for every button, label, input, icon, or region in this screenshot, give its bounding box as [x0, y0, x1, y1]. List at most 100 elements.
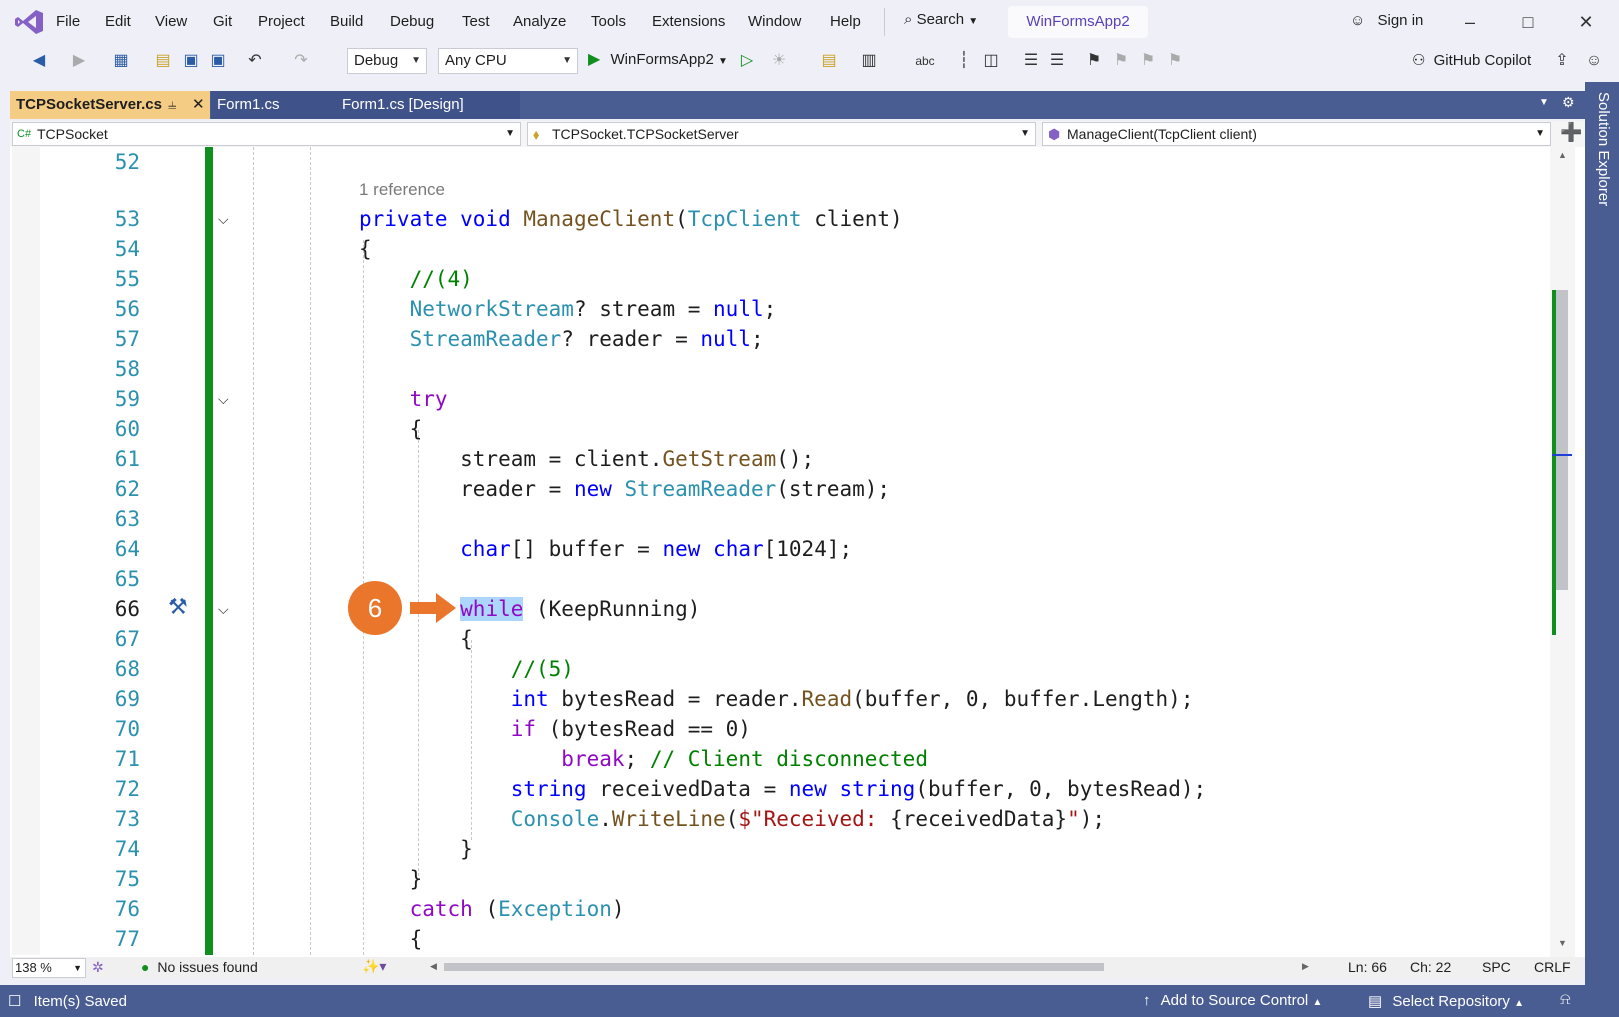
menu-build[interactable]: Build [330, 13, 363, 30]
pin-icon[interactable]: ⫨ [168, 91, 176, 119]
outdent-icon[interactable]: ☰ [1020, 50, 1042, 72]
save-icon[interactable]: ▣ [180, 50, 202, 72]
start-without-debug-icon[interactable]: ▷ [736, 50, 758, 72]
indent-icon[interactable]: ☰ [1046, 50, 1068, 72]
issues-indicator[interactable]: ● No issues found [141, 959, 258, 975]
line-number: 57 [114, 327, 140, 351]
menu-window[interactable]: Window [748, 13, 801, 30]
sign-in-button[interactable]: ☺ Sign in [1350, 12, 1423, 29]
type-dropdown[interactable]: ⬧ TCPSocket.TCPSocketServer ▼ [527, 122, 1036, 146]
scroll-left-icon[interactable]: ◀ [430, 961, 437, 972]
csharp-project-icon: C# [17, 128, 32, 140]
solution-explorer-icon[interactable]: ▤ [818, 50, 840, 72]
intellicode-icon[interactable]: ✲ [92, 959, 104, 976]
project-name-box[interactable]: WinFormsApp2 [1008, 6, 1148, 38]
code-line: private void ManageClient(TcpClient clie… [359, 207, 903, 231]
menu-view[interactable]: View [155, 13, 187, 30]
config-select[interactable]: Debug ▼ [347, 48, 427, 74]
indicator-margin [12, 147, 40, 955]
menu-debug[interactable]: Debug [390, 13, 434, 30]
search-box[interactable]: ⌕ Search ▼ [904, 11, 978, 35]
code-lens-references[interactable]: 1 reference [359, 180, 445, 200]
open-folder-icon[interactable]: ▤ [152, 50, 174, 72]
annotation-arrow-icon [410, 593, 456, 623]
add-to-source-control-button[interactable]: ↑ Add to Source Control ▲ [1143, 992, 1322, 1009]
line-number: 55 [114, 267, 140, 291]
code-line: //(5) [510, 657, 574, 681]
tab-tcpsocketserver[interactable]: TCPSocketServer.cs ⫨ ✕ [10, 91, 210, 119]
line-number: 60 [114, 417, 140, 441]
back-icon[interactable]: ◀ [28, 50, 50, 72]
select-repository-button[interactable]: ▤ Select Repository ▲ [1368, 992, 1524, 1010]
tab-form1-cs[interactable]: Form1.cs [211, 91, 336, 119]
hot-reload-icon[interactable]: ☀ [768, 50, 790, 72]
solution-explorer-tab[interactable]: Solution Explorer [1592, 92, 1612, 206]
menu-help[interactable]: Help [830, 13, 861, 30]
line-number: 71 [114, 747, 140, 771]
bookmark-icon[interactable]: ⚑ [1083, 50, 1105, 72]
save-all-icon[interactable]: ▣ [207, 50, 229, 72]
line-number: 53 [114, 207, 140, 231]
line-number: 58 [114, 357, 140, 381]
whitespace-indicator[interactable]: SPC [1482, 959, 1511, 975]
code-line: char[] buffer = new char[1024]; [460, 537, 853, 561]
code-cleanup-icon[interactable]: ✨▾ [362, 958, 386, 975]
layout-icon[interactable]: ▥ [858, 50, 880, 72]
repository-icon: ▤ [1368, 993, 1383, 1010]
code-line: StreamReader? reader = null; [409, 327, 764, 351]
tab-list-icon[interactable]: ▼ [1539, 97, 1549, 108]
compare-icon[interactable]: ◫ [980, 50, 1002, 72]
maximize-button[interactable]: □ [1516, 10, 1540, 34]
next-bookmark-icon[interactable]: ⚑ [1137, 50, 1159, 72]
platform-select[interactable]: Any CPU ▼ [438, 48, 578, 74]
scroll-up-icon[interactable]: ▲ [1558, 150, 1567, 160]
line-ending-indicator[interactable]: CRLF [1534, 959, 1571, 975]
minimize-button[interactable]: – [1458, 10, 1482, 34]
menu-extensions[interactable]: Extensions [652, 13, 725, 30]
spell-check-icon[interactable]: abc [914, 50, 936, 72]
tab-form1-design[interactable]: Form1.cs [Design] [336, 91, 520, 119]
notifications-bell-icon[interactable]: ⍾ [1560, 991, 1571, 1009]
close-icon[interactable]: ✕ [192, 91, 205, 119]
member-dropdown[interactable]: ⬢ ManageClient(TcpClient client) ▼ [1042, 122, 1551, 146]
scroll-right-icon[interactable]: ▶ [1302, 961, 1309, 972]
quick-actions-screwdriver-icon[interactable]: ⚒ [168, 594, 188, 620]
project-dropdown[interactable]: C# TCPSocket ▼ [12, 122, 521, 146]
margin-guide [310, 147, 311, 955]
menu-git[interactable]: Git [213, 13, 232, 30]
menu-file[interactable]: File [56, 13, 80, 30]
new-project-icon[interactable]: ▦ [110, 50, 132, 72]
code-line: try [409, 387, 448, 411]
line-number: 54 [114, 237, 140, 261]
github-copilot-button[interactable]: ⚇ GitHub Copilot [1412, 51, 1531, 69]
menu-analyze[interactable]: Analyze [513, 13, 566, 30]
split-editor-icon[interactable]: ➕ [1560, 122, 1582, 143]
redo-icon[interactable]: ↷ [290, 50, 312, 72]
scrollbar-thumb[interactable] [1556, 290, 1568, 590]
menu-edit[interactable]: Edit [105, 13, 131, 30]
prev-bookmark-icon[interactable]: ⚑ [1110, 50, 1132, 72]
forward-icon[interactable]: ▶ [68, 50, 90, 72]
line-indicator[interactable]: Ln: 66 [1348, 959, 1387, 975]
horizontal-scrollbar-thumb[interactable] [444, 963, 1104, 971]
share-icon[interactable]: ⇪ [1551, 50, 1573, 72]
code-line: { [359, 927, 423, 951]
column-indicator[interactable]: Ch: 22 [1410, 959, 1451, 975]
start-button[interactable]: ▶ WinFormsApp2 ▼ [588, 49, 728, 69]
step-icon[interactable]: ┆ [953, 50, 975, 72]
class-icon: ⬧ [533, 126, 540, 142]
scroll-down-icon[interactable]: ▼ [1558, 938, 1567, 948]
close-button[interactable]: ✕ [1574, 10, 1598, 34]
gear-icon[interactable]: ⚙ [1562, 94, 1575, 111]
undo-icon[interactable]: ↶ [244, 50, 266, 72]
menu-test[interactable]: Test [462, 13, 490, 30]
fold-toggle-icon[interactable]: ⌵ [218, 601, 236, 618]
zoom-select[interactable]: 138 % ▼ [12, 958, 86, 978]
fold-toggle-icon[interactable]: ⌵ [218, 211, 236, 228]
chevron-down-icon: ▼ [1020, 128, 1030, 139]
menu-tools[interactable]: Tools [591, 13, 626, 30]
feedback-icon[interactable]: ☺ [1583, 50, 1605, 72]
clear-bookmarks-icon[interactable]: ⚑ [1164, 50, 1186, 72]
menu-project[interactable]: Project [258, 13, 305, 30]
fold-toggle-icon[interactable]: ⌵ [218, 391, 236, 408]
